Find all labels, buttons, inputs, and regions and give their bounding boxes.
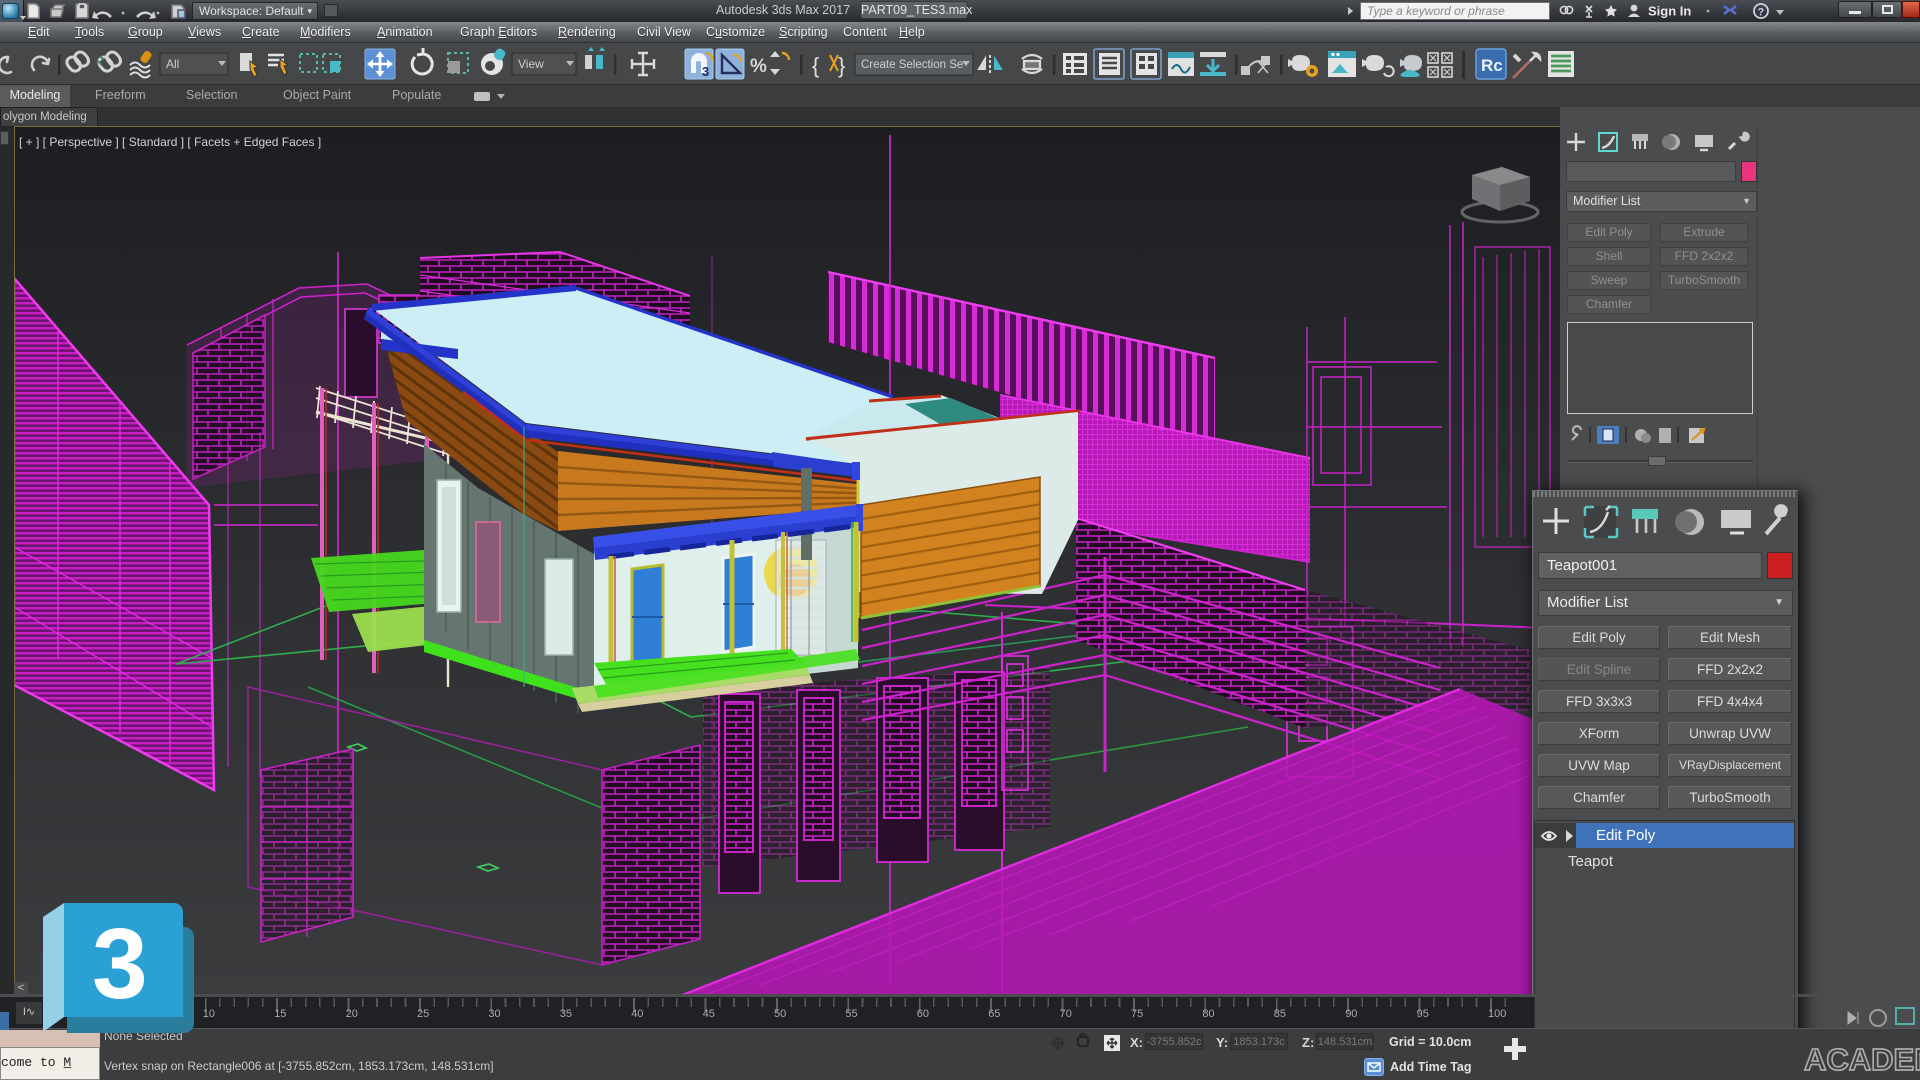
svg-text:%: %	[750, 56, 767, 77]
svg-text:{: {	[812, 53, 819, 78]
svg-text:}: }	[838, 53, 845, 78]
svg-text:?: ?	[1758, 7, 1765, 19]
svg-text:Sign In: Sign In	[1648, 4, 1691, 19]
svg-text:3: 3	[702, 64, 709, 79]
svg-text:View: View	[518, 57, 544, 71]
svg-text:Rc: Rc	[1481, 56, 1503, 75]
svg-text:[ + ] [ Perspective ] [ Standa: [ + ] [ Perspective ] [ Standard ] [ Fac…	[19, 135, 321, 149]
svg-text:3: 3	[92, 908, 148, 1020]
svg-text:All: All	[166, 57, 179, 71]
svg-text:Create Selection Se: Create Selection Se	[861, 59, 963, 71]
